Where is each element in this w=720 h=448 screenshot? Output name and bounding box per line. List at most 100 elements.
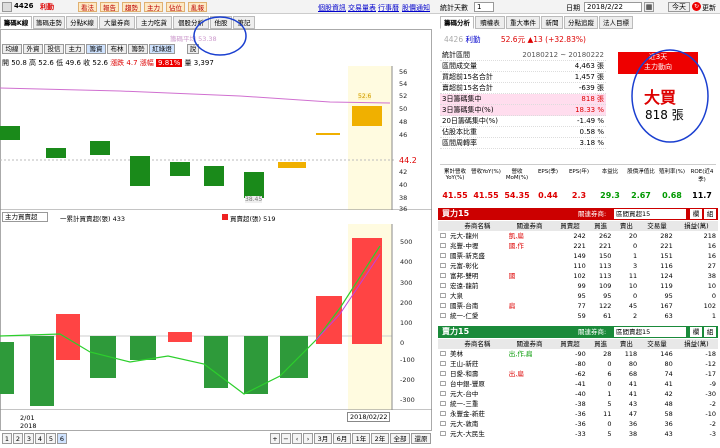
scroll-left-button[interactable]: ‹ bbox=[292, 433, 302, 444]
days-label: 統計天數 bbox=[440, 4, 468, 12]
annotation-circle bbox=[193, 16, 247, 56]
btn-traffic-light[interactable]: 紅綠燈 bbox=[149, 44, 175, 54]
table-row[interactable]: ☐ 兆豐-中壢 國,作 221 221 0 221 16 bbox=[438, 241, 718, 251]
tab-main-eat[interactable]: 主力吃貨 bbox=[136, 16, 172, 29]
stat-row: 區間成交量 4,463 張 bbox=[440, 62, 606, 72]
rtab-branch[interactable]: 分點追蹤 bbox=[564, 16, 598, 29]
link-price-alert[interactable]: 股價通知 bbox=[402, 3, 430, 13]
buy-rel-label: 關連券商: bbox=[578, 210, 607, 218]
btn-trust[interactable]: 投信 bbox=[44, 44, 64, 54]
flow-axis-6: -100 bbox=[400, 356, 415, 364]
table-row[interactable]: ☐ 永豐金-新莊 -36 11 47 58 -10 bbox=[438, 409, 718, 419]
table-row[interactable]: ☐ 台中銀-豐原 -41 0 41 41 -9 bbox=[438, 379, 718, 389]
buy-column-button[interactable]: 欄 bbox=[690, 209, 702, 219]
btn-foreign[interactable]: 外資 bbox=[23, 44, 43, 54]
range-1y[interactable]: 1年 bbox=[352, 433, 370, 444]
page-2[interactable]: 2 bbox=[13, 433, 23, 444]
refresh-icon[interactable]: ↻ bbox=[692, 2, 701, 11]
table-row[interactable]: ☐ 日愛-和壽 出,扁 -62 6 68 74 -17 bbox=[438, 369, 718, 379]
restore-button[interactable]: 還原 bbox=[411, 433, 431, 444]
buy-group-button[interactable]: 組 bbox=[704, 209, 716, 219]
trend-button[interactable]: 趨勢 bbox=[122, 2, 141, 12]
link-calendar[interactable]: 行事曆 bbox=[378, 3, 399, 13]
zoom-in-button[interactable]: + bbox=[270, 433, 280, 444]
main-force-button[interactable]: 主力 bbox=[144, 2, 163, 12]
indicator-select[interactable]: 主力買賣超 bbox=[2, 212, 48, 222]
btn-trend[interactable]: 籌勢 bbox=[128, 44, 148, 54]
btn-fund[interactable]: 籌資 bbox=[86, 44, 106, 54]
page-3[interactable]: 3 bbox=[24, 433, 34, 444]
table-row[interactable]: ☐ 宏遠-龍前 99 109 10 119 10 bbox=[438, 281, 718, 291]
table-row[interactable]: ☐ 大泉 95 95 0 95 0 bbox=[438, 291, 718, 301]
table-row[interactable]: ☐ 元大-龍州 凱,扁 242 262 20 282 218 bbox=[438, 231, 718, 241]
table-row[interactable]: ☐ 元大-敦南 -36 0 36 36 -2 bbox=[438, 419, 718, 429]
range-3m[interactable]: 3月 bbox=[314, 433, 332, 444]
rtab-events[interactable]: 重大事件 bbox=[506, 16, 540, 29]
table-row[interactable]: ☐ 元大-台中 -40 1 41 42 -30 bbox=[438, 389, 718, 399]
sell-select[interactable]: 區間賣超15 bbox=[614, 327, 686, 337]
page-6[interactable]: 6 bbox=[57, 433, 67, 444]
position-button[interactable]: 佔位 bbox=[166, 2, 185, 12]
tab-chip-k[interactable]: 籌碼K線 bbox=[0, 16, 32, 29]
sell-group-button[interactable]: 組 bbox=[704, 327, 716, 337]
dropdown-icon[interactable] bbox=[2, 2, 12, 12]
fin-head: 本益比 bbox=[601, 169, 619, 175]
range-2y[interactable]: 2年 bbox=[371, 433, 389, 444]
scroll-right-button[interactable]: › bbox=[303, 433, 313, 444]
link-stock-info[interactable]: 個股資訊 bbox=[318, 3, 346, 13]
misc-button[interactable]: 亂報 bbox=[188, 2, 207, 12]
sell-column-button[interactable]: 欄 bbox=[690, 327, 702, 337]
price-chart bbox=[0, 66, 432, 210]
rtab-target[interactable]: 法人目標 bbox=[599, 16, 633, 29]
table-row[interactable]: ☐ 統一-三重 -38 5 43 48 -2 bbox=[438, 399, 718, 409]
table-row[interactable]: ☐ 富邦-雙明國 102 113 11 124 38 bbox=[438, 271, 718, 281]
flow-axis-1: 400 bbox=[400, 258, 413, 266]
table-row[interactable]: ☐ 王山-新莊 -80 0 80 80 -12 bbox=[438, 359, 718, 369]
report-button[interactable]: 報告 bbox=[100, 2, 119, 12]
flow-axis-4: 100 bbox=[400, 319, 413, 327]
flow-axis-2: 300 bbox=[400, 279, 413, 287]
fin-table: 累計營收YoY(%) 營收YoY(%) 營收MoM(%) EPS(季) EPS(… bbox=[440, 164, 716, 202]
refresh-button[interactable]: 更新 bbox=[702, 3, 716, 13]
date-end: 2018/02/22 bbox=[347, 412, 391, 422]
table-row[interactable]: ☐ 美林 出,作,扁 -90 28 118 146 -18 bbox=[438, 349, 718, 359]
tab-branch-k[interactable]: 分點K線 bbox=[66, 16, 98, 29]
btn-ma[interactable]: 均線 bbox=[2, 44, 22, 54]
date-input[interactable]: 2018/2/22 bbox=[584, 2, 642, 12]
btn-main[interactable]: 主力 bbox=[65, 44, 85, 54]
fin-value: 0.68 bbox=[662, 191, 682, 200]
fin-head: 累計營收YoY(%) bbox=[443, 169, 466, 181]
date-start: 2/01 bbox=[20, 414, 35, 422]
zoom-out-button[interactable]: − bbox=[281, 433, 291, 444]
range-all[interactable]: 全部 bbox=[390, 433, 410, 444]
stock-code[interactable]: 4426 bbox=[14, 2, 33, 10]
table-row[interactable]: ☐ 元大-大民生 -33 5 38 43 -3 bbox=[438, 429, 718, 439]
stat-row: 3日籌碼集中 818 張 bbox=[440, 94, 606, 105]
page-4[interactable]: 4 bbox=[35, 433, 45, 444]
rtab-news[interactable]: 新聞 bbox=[541, 16, 563, 29]
price-axis-9: 38 bbox=[399, 194, 408, 202]
page-1[interactable]: 1 bbox=[2, 433, 12, 444]
buy-select[interactable]: 區間買超15 bbox=[614, 209, 686, 219]
page-5[interactable]: 5 bbox=[46, 433, 56, 444]
table-row[interactable]: ☐ 國票-台南扁 77 122 45 167 102 bbox=[438, 301, 718, 311]
sell-table-header: 券商名稱 關連券商 買賣超 買進 賣出 交易量 損益(萬) bbox=[438, 339, 718, 349]
tab-big-broker[interactable]: 大量券商 bbox=[99, 16, 135, 29]
flow-axis-3: 200 bbox=[400, 299, 413, 307]
btn-bollinger[interactable]: 布林 bbox=[107, 44, 127, 54]
link-volume[interactable]: 交易量表 bbox=[348, 3, 376, 13]
table-row[interactable]: ☐ 國票-新克盛 149 150 1 151 16 bbox=[438, 251, 718, 261]
range-6m[interactable]: 6月 bbox=[333, 433, 351, 444]
table-row[interactable]: ☐ 統一-仁愛 59 61 2 63 1 bbox=[438, 311, 718, 321]
view-button[interactable]: 看法 bbox=[78, 2, 97, 12]
tab-chip-trend[interactable]: 籌碼走勢 bbox=[33, 16, 65, 29]
stat-row: 買超前15名合計 1,457 張 bbox=[440, 73, 606, 83]
days-select[interactable]: 1 bbox=[474, 2, 494, 12]
calendar-icon[interactable]: ▦ bbox=[644, 2, 654, 12]
date-label: 日期 bbox=[566, 4, 580, 12]
rtab-chip[interactable]: 籌碼分析 bbox=[440, 16, 474, 29]
today-button[interactable]: 今天 bbox=[668, 2, 690, 12]
price-axis-3: 50 bbox=[399, 105, 408, 113]
rtab-warrant[interactable]: 贖權表 bbox=[475, 16, 505, 29]
table-row[interactable]: ☐ 元富-彰化 110 113 3 116 27 bbox=[438, 261, 718, 271]
